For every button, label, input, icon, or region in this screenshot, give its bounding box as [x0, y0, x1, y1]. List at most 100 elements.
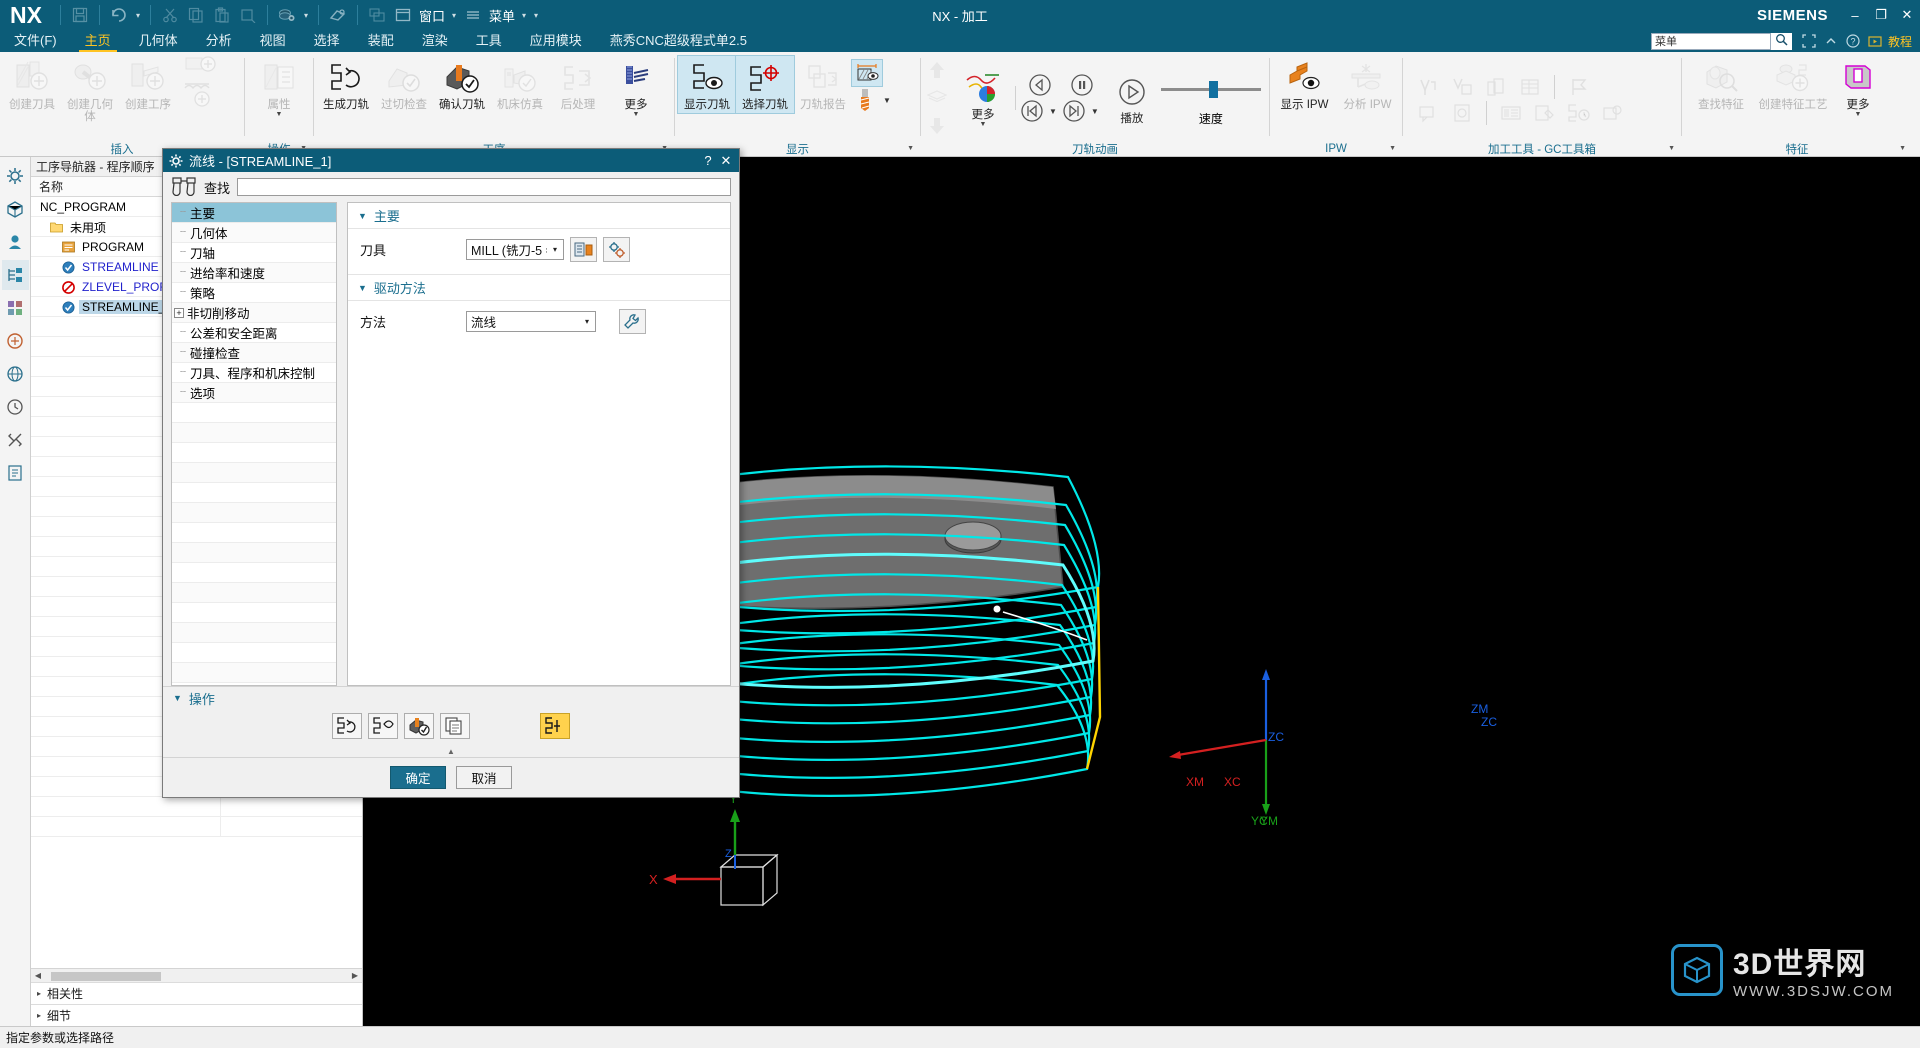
- object-display-caret[interactable]: ▾: [300, 11, 312, 20]
- gouge-check-button[interactable]: 过切检查: [375, 56, 433, 113]
- tab-select[interactable]: 选择: [300, 28, 354, 52]
- method-edit-button[interactable]: [619, 309, 646, 334]
- move-down-button[interactable]: [924, 113, 950, 139]
- gc-tool-7-icon[interactable]: [1449, 100, 1475, 126]
- ok-button[interactable]: 确定: [390, 766, 446, 789]
- toolpath-report-button[interactable]: 刀轨报告: [794, 56, 852, 113]
- tab-tools[interactable]: 工具: [462, 28, 516, 52]
- verify-button[interactable]: [404, 713, 434, 739]
- gc-tool-2-icon[interactable]: [1449, 74, 1475, 100]
- cut-icon[interactable]: [157, 2, 183, 28]
- chevron-down-icon[interactable]: ▾: [579, 312, 595, 331]
- tool-display-button[interactable]: [852, 87, 878, 113]
- search-icon[interactable]: [1771, 33, 1792, 49]
- dialog-close-button[interactable]: ✕: [717, 153, 735, 169]
- process-more-button[interactable]: 更多 ▼: [607, 56, 665, 120]
- hamburger-icon[interactable]: [460, 2, 486, 28]
- tab-home[interactable]: 主页: [71, 28, 125, 52]
- history-icon[interactable]: [2, 392, 29, 422]
- window-icon[interactable]: [390, 2, 416, 28]
- chevron-down-icon[interactable]: ▾: [547, 240, 563, 259]
- move-up-button[interactable]: [924, 57, 950, 83]
- main-menu-caret[interactable]: ▾: [518, 11, 530, 20]
- last-frame-caret[interactable]: ▼: [1087, 107, 1103, 116]
- paste-special-icon[interactable]: [235, 2, 261, 28]
- gc-tool-8-icon[interactable]: [1498, 100, 1524, 126]
- animation-more-caret[interactable]: ▼: [980, 121, 987, 128]
- create-feature-process-button[interactable]: 创建特征工艺: [1757, 56, 1829, 113]
- dialog-tree-item-non-cutting-moves[interactable]: + 非切削移动: [172, 303, 336, 323]
- method-combo[interactable]: 流线 ▾: [466, 311, 596, 332]
- object-display-icon[interactable]: [274, 2, 300, 28]
- menu-search[interactable]: 菜单: [1650, 32, 1792, 50]
- section-header-drive-method[interactable]: ▼ 驱动方法: [348, 275, 730, 301]
- main-menu-label[interactable]: 菜单: [486, 6, 518, 25]
- dialog-tree-item-collision-check[interactable]: ┄ 碰撞检查: [172, 343, 336, 363]
- toolpath-dimensions-button[interactable]: [851, 59, 883, 87]
- dialog-category-tree[interactable]: ┄ 主要 ┄ 几何体 ┄ 刀轴 ┄ 进给率和速度 ┄ 策略 + 非切削移动 ┄ …: [171, 202, 337, 686]
- fullscreen-icon[interactable]: [1798, 30, 1820, 52]
- display-toolpath-button[interactable]: 显示刀轨: [677, 55, 737, 114]
- generate-toolpath-button[interactable]: 生成刀轨: [317, 56, 375, 113]
- dialog-tree-item-tool-axis[interactable]: ┄ 刀轴: [172, 243, 336, 263]
- find-feature-button[interactable]: 查找特征: [1685, 56, 1757, 113]
- create-method-button[interactable]: [177, 56, 223, 110]
- collapse-ribbon-icon[interactable]: [1820, 30, 1842, 52]
- tool-display-caret[interactable]: ▼: [879, 96, 895, 105]
- scroll-thumb[interactable]: [51, 971, 161, 981]
- dialog-tree-item-tool-program-machine[interactable]: ┄ 刀具、程序和机床控制: [172, 363, 336, 383]
- tab-application[interactable]: 应用模块: [516, 28, 596, 52]
- dialog-tree-item-options[interactable]: ┄ 选项: [172, 383, 336, 403]
- tutorial-label[interactable]: 教程: [1886, 33, 1920, 50]
- feature-more-caret[interactable]: ▼: [1855, 111, 1862, 118]
- speed-slider-thumb[interactable]: [1208, 81, 1218, 98]
- process-studio-icon[interactable]: [2, 425, 29, 455]
- chevron-down-icon[interactable]: ▼: [1899, 145, 1906, 152]
- play-button[interactable]: 播放: [1103, 70, 1161, 127]
- tutorial-icon[interactable]: [1864, 30, 1886, 52]
- gc-tool-1-icon[interactable]: [1415, 74, 1441, 100]
- assembly-navigator-icon[interactable]: [2, 194, 29, 224]
- gc-tool-4-icon[interactable]: [1517, 74, 1543, 100]
- window-tile-icon[interactable]: [364, 2, 390, 28]
- copy-icon[interactable]: [183, 2, 209, 28]
- show-ipw-button[interactable]: 显示 IPW: [1273, 56, 1336, 113]
- first-frame-caret[interactable]: ▼: [1045, 107, 1061, 116]
- dialog-tree-item-main[interactable]: ┄ 主要: [172, 203, 336, 223]
- pause-button[interactable]: [1069, 72, 1095, 98]
- create-tool-button[interactable]: 创建刀具: [3, 56, 61, 113]
- layers-button[interactable]: [924, 85, 950, 111]
- process-more-caret[interactable]: ▼: [633, 111, 640, 118]
- chevron-down-icon[interactable]: ▼: [1668, 145, 1675, 152]
- gc-tool-3-icon[interactable]: [1483, 74, 1509, 100]
- chevron-down-icon[interactable]: ▼: [1389, 145, 1396, 152]
- dialog-tree-item-tolerance-clearance[interactable]: ┄ 公差和安全距离: [172, 323, 336, 343]
- documentation-icon[interactable]: [2, 458, 29, 488]
- expand-plus-icon[interactable]: +: [174, 307, 184, 318]
- tool-edit-button[interactable]: [570, 237, 597, 262]
- streamline-dialog[interactable]: 流线 - [STREAMLINE_1] ? ✕ 查找 ┄ 主要 ┄ 几何体 ┄ …: [162, 148, 740, 798]
- confirm-button[interactable]: [540, 713, 570, 739]
- dialog-title-bar[interactable]: 流线 - [STREAMLINE_1] ? ✕: [163, 149, 739, 172]
- feature-more-button[interactable]: 更多 ▼: [1829, 56, 1887, 120]
- maximize-button[interactable]: ❐: [1868, 0, 1894, 30]
- dialog-help-button[interactable]: ?: [699, 153, 717, 168]
- tool-settings-button[interactable]: [603, 237, 630, 262]
- reuse-library-icon[interactable]: [2, 293, 29, 323]
- operation-navigator-icon[interactable]: [1, 260, 29, 290]
- gc-tool-5-icon[interactable]: [1566, 74, 1592, 100]
- analyze-ipw-button[interactable]: 分析 IPW: [1336, 56, 1399, 113]
- animation-more-button[interactable]: 播放 更多 ▼: [954, 67, 1012, 130]
- speed-slider[interactable]: [1160, 70, 1261, 110]
- dialog-tree-item-strategy[interactable]: ┄ 策略: [172, 283, 336, 303]
- dependencies-bar[interactable]: ▸ 相关性: [31, 982, 362, 1004]
- operation-section-header[interactable]: ▼ 操作: [163, 687, 739, 709]
- step-backward-button[interactable]: [1027, 72, 1053, 98]
- first-frame-button[interactable]: [1019, 98, 1045, 124]
- chevron-down-icon[interactable]: ▼: [907, 145, 914, 152]
- select-toolpath-button[interactable]: 选择刀轨: [735, 55, 795, 114]
- gc-tool-11-icon[interactable]: [1600, 100, 1626, 126]
- triangle-down-icon[interactable]: ▼: [358, 283, 367, 293]
- properties-caret[interactable]: ▼: [276, 111, 283, 118]
- triangle-down-icon[interactable]: ▼: [358, 211, 367, 221]
